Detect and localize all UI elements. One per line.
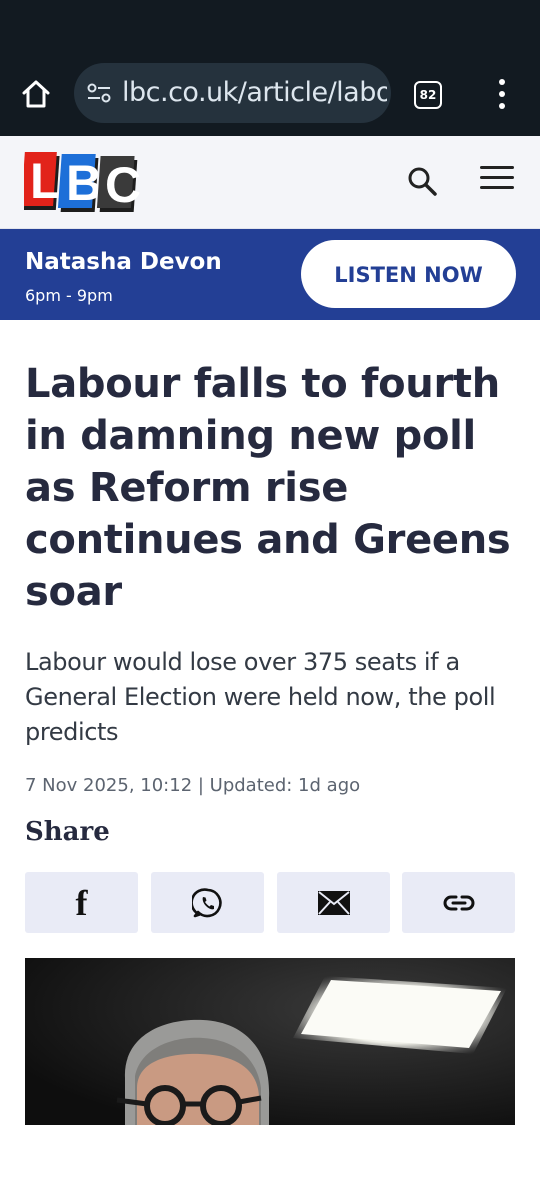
- email-icon: [317, 890, 350, 915]
- svg-text:C: C: [105, 157, 140, 213]
- home-icon[interactable]: [18, 76, 54, 112]
- share-email-button[interactable]: [277, 872, 390, 933]
- whatsapp-icon: [191, 887, 222, 917]
- tab-switcher-button[interactable]: 82: [414, 81, 442, 109]
- share-facebook-button[interactable]: f: [25, 872, 138, 933]
- search-icon[interactable]: [404, 163, 440, 199]
- facebook-icon: f: [75, 882, 88, 923]
- share-whatsapp-button[interactable]: [151, 872, 264, 933]
- browser-toolbar: lbc.co.uk/article/labour-falls-to-fourth…: [0, 50, 540, 136]
- status-bar: [0, 0, 540, 50]
- site-settings-icon[interactable]: [86, 81, 112, 105]
- presenter-name: Natasha Devon: [25, 249, 222, 275]
- article-hero-image: [25, 958, 515, 1125]
- site-header: L B C: [0, 136, 540, 229]
- lbc-logo[interactable]: L B C: [21, 150, 141, 214]
- show-time: 6pm - 9pm: [25, 286, 113, 305]
- url-text[interactable]: lbc.co.uk/article/labour-falls-to-fourth: [122, 77, 387, 111]
- share-heading: Share: [25, 817, 110, 847]
- listen-now-button[interactable]: LISTEN NOW: [301, 240, 516, 308]
- svg-text:L: L: [30, 153, 61, 209]
- article-standfirst: Labour would lose over 375 seats if a Ge…: [25, 648, 496, 746]
- article-headline: Labour falls to fourth in damning new po…: [25, 361, 511, 615]
- address-bar[interactable]: lbc.co.uk/article/labour-falls-to-fourth: [74, 63, 391, 123]
- menu-icon[interactable]: [480, 166, 514, 196]
- browser-menu-icon[interactable]: [490, 76, 514, 112]
- share-copy-link-button[interactable]: [402, 872, 515, 933]
- article-dateline: 7 Nov 2025, 10:12 | Updated: 1d ago: [25, 775, 361, 796]
- on-air-banner: Natasha Devon 6pm - 9pm LISTEN NOW: [0, 229, 540, 320]
- link-icon: [443, 895, 474, 910]
- svg-text:B: B: [66, 155, 102, 211]
